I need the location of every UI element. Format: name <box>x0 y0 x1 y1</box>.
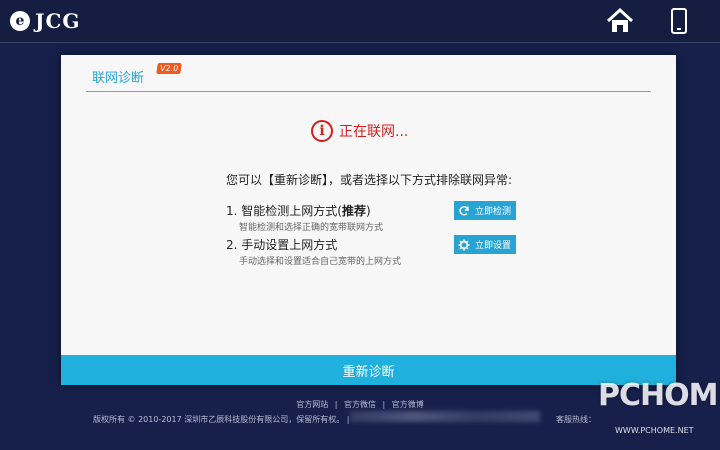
pchome-watermark: PCHOME WWW.PCHOME.NET <box>588 378 720 444</box>
copyright-main: 版权所有 © 2010-2017 深圳市乙辰科技股份有限公司，保留所有权。 <box>93 415 345 424</box>
hint-text: 您可以【重新诊断】，或者选择以下方式排除联网异常: <box>226 173 513 187</box>
brand-logo[interactable]: e JCG <box>10 9 80 33</box>
option-manual-setup-title: 2. 手动设置上网方式 <box>226 238 338 252</box>
gear-icon <box>458 239 470 250</box>
watermark-text: PCHOME <box>598 378 720 413</box>
recommended-label: 推荐 <box>341 204 366 218</box>
info-icon: i <box>311 120 333 142</box>
option-title-end: ) <box>365 204 371 218</box>
option-manual-setup-subtitle: 手动选择和设置适合自己宽带的上网方式 <box>239 257 402 267</box>
watermark-url: WWW.PCHOME.NET <box>615 426 694 435</box>
status-row: i 正在联网... <box>311 120 408 142</box>
version-badge: V2.0 <box>156 63 182 74</box>
home-icon[interactable] <box>606 8 634 34</box>
footer-link-wechat[interactable]: 官方微信 <box>344 400 376 409</box>
footer-separator: | <box>382 400 386 409</box>
footer-link-website[interactable]: 官方网站 <box>296 400 328 409</box>
title-divider <box>86 91 651 92</box>
logo-mark-icon: e <box>10 11 30 31</box>
footer-separator: | <box>334 400 338 409</box>
copyright-text: 版权所有 © 2010-2017 深圳市乙辰科技股份有限公司，保留所有权。 | <box>93 414 349 425</box>
detect-now-label: 立即检测 <box>475 207 512 217</box>
status-text: 正在联网... <box>339 124 409 140</box>
option-smart-detect-subtitle: 智能检测和选择正确的宽带联网方式 <box>239 223 384 233</box>
mobile-icon[interactable] <box>670 8 688 34</box>
setup-now-button[interactable]: 立即设置 <box>454 235 516 254</box>
option-title-text: 1. 智能检测上网方式( <box>226 204 342 218</box>
refresh-icon <box>459 205 469 215</box>
panel-title: 联网诊断 <box>92 71 145 86</box>
setup-now-label: 立即设置 <box>475 241 512 251</box>
rediagnose-label: 重新诊断 <box>342 364 395 380</box>
brand-name: JCG <box>35 9 81 33</box>
diagnosis-panel: 联网诊断 V2.0 i 正在联网... 您可以【重新诊断】，或者选择以下方式排除… <box>61 55 676 385</box>
option-smart-detect-title: 1. 智能检测上网方式(推荐) <box>226 202 371 219</box>
top-bar: e JCG <box>0 0 720 43</box>
detect-now-button[interactable]: 立即检测 <box>454 201 516 220</box>
rediagnose-button[interactable]: 重新诊断 <box>61 355 676 385</box>
blurred-region <box>350 411 540 422</box>
footer-link-weibo[interactable]: 官方微博 <box>392 400 424 409</box>
